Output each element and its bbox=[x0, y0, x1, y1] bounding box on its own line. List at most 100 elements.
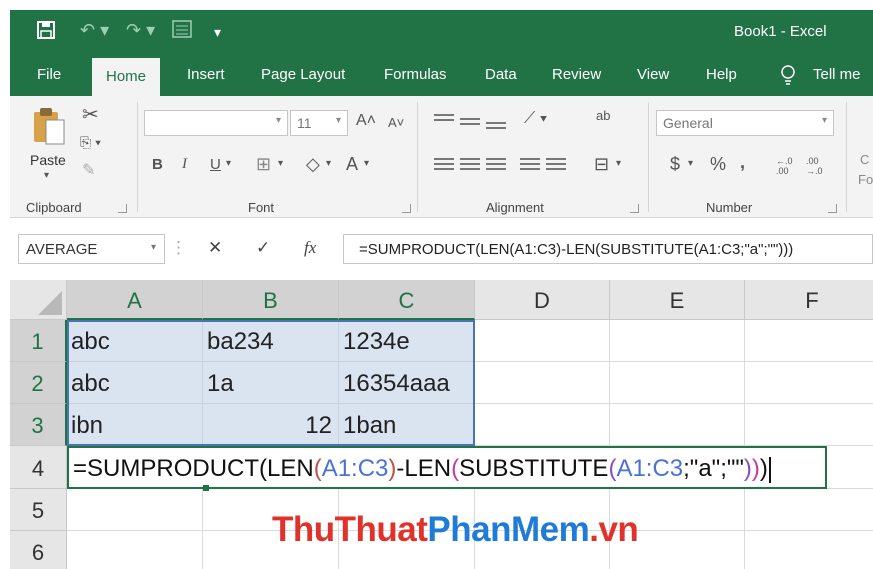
align-right-icon[interactable] bbox=[486, 158, 506, 172]
alignment-launcher-icon[interactable] bbox=[630, 204, 639, 213]
paste-icon[interactable] bbox=[32, 106, 66, 150]
cell-c1[interactable]: 1234e bbox=[339, 320, 475, 362]
cell-a6[interactable] bbox=[67, 531, 203, 569]
insert-function-button[interactable]: fx bbox=[304, 238, 316, 258]
cell-a4-editing[interactable]: =SUMPRODUCT(LEN(A1:C3)-LEN(SUBSTITUTE(A1… bbox=[67, 446, 827, 491]
cell-f5[interactable] bbox=[745, 489, 873, 531]
cell-b3[interactable]: 12 bbox=[203, 404, 339, 446]
paste-button[interactable]: Paste bbox=[30, 152, 66, 168]
tell-me-search[interactable]: Tell me w bbox=[813, 56, 873, 121]
column-header-d[interactable]: D bbox=[475, 280, 610, 320]
tab-page-layout[interactable]: Page Layout bbox=[261, 56, 345, 96]
column-header-c[interactable]: C bbox=[339, 280, 475, 320]
underline-dropdown-icon[interactable]: ▾ bbox=[226, 158, 231, 169]
align-center-icon[interactable] bbox=[460, 158, 480, 172]
cell-e3[interactable] bbox=[610, 404, 745, 446]
customize-toolbar-icon[interactable]: ▾ bbox=[214, 24, 221, 41]
column-header-a[interactable]: A bbox=[67, 280, 203, 320]
format-as-table-partial[interactable]: Fo bbox=[858, 172, 873, 187]
cell-f2[interactable] bbox=[745, 362, 873, 404]
form-icon[interactable] bbox=[172, 20, 192, 43]
italic-button[interactable]: I bbox=[182, 156, 187, 173]
align-middle-icon[interactable] bbox=[460, 118, 480, 132]
grow-font-button[interactable]: A˄ bbox=[356, 112, 376, 130]
cell-e1[interactable] bbox=[610, 320, 745, 362]
cell-a1[interactable]: abc bbox=[67, 320, 203, 362]
select-all-button[interactable] bbox=[10, 280, 67, 320]
cut-icon[interactable]: ✂ bbox=[82, 102, 99, 127]
tab-formulas[interactable]: Formulas bbox=[384, 56, 447, 96]
number-launcher-icon[interactable] bbox=[828, 204, 837, 213]
tab-data[interactable]: Data bbox=[485, 56, 517, 96]
row-header-2[interactable]: 2 bbox=[10, 362, 67, 404]
column-header-f[interactable]: F bbox=[745, 280, 873, 320]
column-header-b[interactable]: B bbox=[203, 280, 339, 320]
cell-d1[interactable] bbox=[475, 320, 610, 362]
tab-review[interactable]: Review bbox=[552, 56, 601, 96]
clipboard-launcher-icon[interactable] bbox=[118, 204, 127, 213]
cell-c3[interactable]: 1ban bbox=[339, 404, 475, 446]
format-painter-icon[interactable]: ✎ bbox=[82, 160, 95, 180]
name-box[interactable]: AVERAGE ▾ bbox=[18, 234, 165, 264]
cancel-entry-button[interactable]: ✕ bbox=[208, 238, 222, 258]
cell-c2[interactable]: 16354aaa bbox=[339, 362, 475, 404]
font-color-button[interactable]: A bbox=[346, 154, 358, 175]
bold-button[interactable]: B bbox=[152, 156, 163, 173]
tab-view[interactable]: View bbox=[637, 56, 669, 96]
tab-file[interactable]: File bbox=[37, 56, 61, 96]
font-size-select[interactable]: 11 ▾ bbox=[290, 110, 348, 136]
borders-dropdown-icon[interactable]: ▾ bbox=[278, 158, 283, 169]
currency-button[interactable]: $ bbox=[670, 154, 680, 175]
in-cell-formula[interactable]: =SUMPRODUCT(LEN(A1:C3)-LEN(SUBSTITUTE(A1… bbox=[73, 455, 771, 483]
cell-a3[interactable]: ibn bbox=[67, 404, 203, 446]
increase-decimal-button[interactable]: ←.0 .00 bbox=[776, 156, 798, 176]
merge-center-icon[interactable]: ⊟ bbox=[594, 154, 609, 175]
tab-insert[interactable]: Insert bbox=[187, 56, 225, 96]
cell-d2[interactable] bbox=[475, 362, 610, 404]
borders-icon[interactable]: ⊞ bbox=[256, 154, 271, 175]
cell-b1[interactable]: ba234 bbox=[203, 320, 339, 362]
row-header-5[interactable]: 5 bbox=[10, 489, 67, 531]
row-header-1[interactable]: 1 bbox=[10, 320, 67, 362]
cell-f3[interactable] bbox=[745, 404, 873, 446]
cell-f4[interactable] bbox=[827, 446, 873, 489]
cell-a5[interactable] bbox=[67, 489, 203, 531]
cell-e2[interactable] bbox=[610, 362, 745, 404]
align-top-icon[interactable] bbox=[434, 114, 454, 128]
wrap-text-button[interactable]: ab bbox=[596, 108, 610, 123]
font-launcher-icon[interactable] bbox=[402, 204, 411, 213]
enter-entry-button[interactable]: ✓ bbox=[256, 238, 270, 258]
row-header-6[interactable]: 6 bbox=[10, 531, 67, 569]
lightbulb-icon[interactable] bbox=[780, 65, 796, 85]
comma-button[interactable]: , bbox=[740, 152, 745, 173]
increase-indent-icon[interactable] bbox=[546, 158, 566, 172]
tab-help[interactable]: Help bbox=[706, 56, 737, 96]
conditional-formatting-partial[interactable]: C bbox=[860, 152, 869, 167]
number-format-select[interactable]: General ▾ bbox=[656, 110, 834, 136]
percent-button[interactable]: % bbox=[710, 154, 726, 175]
font-color-dropdown-icon[interactable]: ▾ bbox=[364, 158, 369, 169]
save-icon[interactable] bbox=[36, 20, 56, 45]
orientation-icon[interactable]: ⟋ ▾ bbox=[524, 110, 547, 128]
tab-home[interactable]: Home bbox=[92, 58, 161, 96]
decrease-indent-icon[interactable] bbox=[520, 158, 540, 172]
shrink-font-button[interactable]: A˅ bbox=[388, 115, 404, 130]
merge-dropdown-icon[interactable]: ▾ bbox=[616, 158, 621, 169]
currency-dropdown-icon[interactable]: ▾ bbox=[688, 158, 693, 169]
fill-color-icon[interactable]: ◇ bbox=[306, 154, 320, 175]
row-header-4[interactable]: 4 bbox=[10, 446, 67, 489]
align-left-icon[interactable] bbox=[434, 158, 454, 172]
copy-icon[interactable]: ⎘ ▾ bbox=[80, 134, 101, 151]
fill-color-dropdown-icon[interactable]: ▾ bbox=[326, 158, 331, 169]
redo-icon[interactable]: ↷ ▾ bbox=[126, 20, 155, 41]
formula-input[interactable]: =SUMPRODUCT(LEN(A1:C3)-LEN(SUBSTITUTE(A1… bbox=[343, 234, 873, 264]
cell-f1[interactable] bbox=[745, 320, 873, 362]
column-header-e[interactable]: E bbox=[610, 280, 745, 320]
cell-f6[interactable] bbox=[745, 531, 873, 569]
decrease-decimal-button[interactable]: .00 →.0 bbox=[806, 156, 828, 176]
font-name-select[interactable]: ▾ bbox=[144, 110, 288, 136]
align-bottom-icon[interactable] bbox=[486, 122, 506, 136]
cell-d3[interactable] bbox=[475, 404, 610, 446]
fill-handle[interactable] bbox=[203, 485, 209, 491]
paste-dropdown-icon[interactable]: ▾ bbox=[44, 170, 49, 181]
